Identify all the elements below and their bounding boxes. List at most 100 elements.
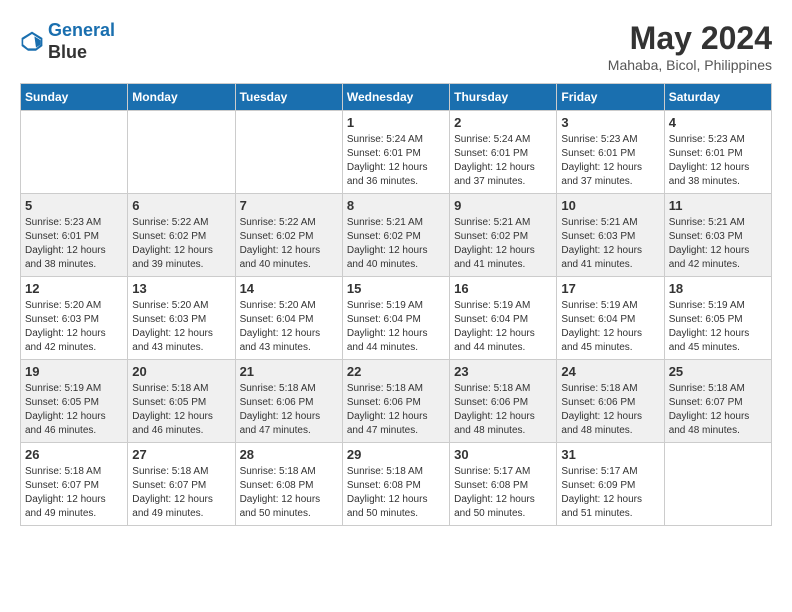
cell-info: Sunrise: 5:20 AM Sunset: 6:03 PM Dayligh… — [132, 299, 230, 355]
day-number: 14 — [240, 281, 338, 296]
day-number: 22 — [347, 364, 445, 379]
day-number: 27 — [132, 447, 230, 462]
calendar-cell: 23Sunrise: 5:18 AM Sunset: 6:06 PM Dayli… — [450, 360, 557, 443]
cell-info: Sunrise: 5:18 AM Sunset: 6:06 PM Dayligh… — [347, 382, 445, 438]
calendar-cell: 19 Sunrise: 5:19 AM Sunset: 6:05 PM Dayli… — [21, 360, 128, 443]
day-number: 9 — [454, 198, 552, 213]
day-number: 1 — [347, 115, 445, 130]
cell-info: Sunrise: 5:21 AM Sunset: 6:02 PM Dayligh… — [454, 216, 552, 272]
calendar-cell: 28 Sunrise: 5:18 AM Sunset: 6:08 PM Dayli… — [235, 443, 342, 526]
cell-info: Sunrise: 5:18 AM Sunset: 6:07 PM Dayligh… — [132, 465, 230, 521]
day-number: 10 — [561, 198, 659, 213]
cell-info: Sunrise: 5:21 AM Sunset: 6:03 PM Dayligh… — [669, 216, 767, 272]
logo: General Blue — [20, 20, 115, 63]
cell-info: Sunrise: 5:23 AM Sunset: 6:01 PM Dayligh… — [669, 133, 767, 189]
cell-info: Sunrise: 5:22 AM Sunset: 6:02 PM Dayligh… — [132, 216, 230, 272]
cell-info: Sunrise: 5:23 AM Sunset: 6:01 PM Dayligh… — [25, 216, 123, 272]
cell-info: Sunrise: 5:18 AM Sunset: 6:05 PM Dayligh… — [132, 382, 230, 438]
day-number: 2 — [454, 115, 552, 130]
calendar-cell: 27 Sunrise: 5:18 AM Sunset: 6:07 PM Dayli… — [128, 443, 235, 526]
day-number: 7 — [240, 198, 338, 213]
day-number: 8 — [347, 198, 445, 213]
cell-info: Sunrise: 5:19 AM Sunset: 6:05 PM Dayligh… — [669, 299, 767, 355]
cell-info: Sunrise: 5:18 AM Sunset: 6:07 PM Dayligh… — [669, 382, 767, 438]
calendar-cell: 15Sunrise: 5:19 AM Sunset: 6:04 PM Dayli… — [342, 277, 449, 360]
cell-info: Sunrise: 5:17 AM Sunset: 6:09 PM Dayligh… — [561, 465, 659, 521]
weekday-header: Wednesday — [342, 84, 449, 111]
calendar-cell: 5 Sunrise: 5:23 AM Sunset: 6:01 PM Daylig… — [21, 194, 128, 277]
cell-info: Sunrise: 5:18 AM Sunset: 6:08 PM Dayligh… — [240, 465, 338, 521]
day-number: 19 — [25, 364, 123, 379]
day-number: 31 — [561, 447, 659, 462]
calendar-cell: 10 Sunrise: 5:21 AM Sunset: 6:03 PM Dayli… — [557, 194, 664, 277]
cell-info: Sunrise: 5:18 AM Sunset: 6:06 PM Dayligh… — [240, 382, 338, 438]
calendar-cell: 25Sunrise: 5:18 AM Sunset: 6:07 PM Dayli… — [664, 360, 771, 443]
calendar-cell: 30 Sunrise: 5:17 AM Sunset: 6:08 PM Dayli… — [450, 443, 557, 526]
calendar-cell: 8 Sunrise: 5:21 AM Sunset: 6:02 PM Daylig… — [342, 194, 449, 277]
cell-info: Sunrise: 5:20 AM Sunset: 6:03 PM Dayligh… — [25, 299, 123, 355]
day-number: 3 — [561, 115, 659, 130]
logo-icon — [20, 30, 44, 54]
day-number: 5 — [25, 198, 123, 213]
calendar-cell — [235, 111, 342, 194]
calendar-cell: 11 Sunrise: 5:21 AM Sunset: 6:03 PM Dayli… — [664, 194, 771, 277]
calendar-table: SundayMondayTuesdayWednesdayThursdayFrid… — [20, 83, 772, 526]
month-year: May 2024 — [608, 20, 772, 57]
location: Mahaba, Bicol, Philippines — [608, 57, 772, 73]
day-number: 16 — [454, 281, 552, 296]
calendar-cell: 3 Sunrise: 5:23 AM Sunset: 6:01 PM Daylig… — [557, 111, 664, 194]
title-section: May 2024 Mahaba, Bicol, Philippines — [608, 20, 772, 73]
day-number: 12 — [25, 281, 123, 296]
calendar-cell: 26 Sunrise: 5:18 AM Sunset: 6:07 PM Dayli… — [21, 443, 128, 526]
calendar-cell — [128, 111, 235, 194]
logo-text: General Blue — [48, 20, 115, 63]
calendar-cell: 31 Sunrise: 5:17 AM Sunset: 6:09 PM Dayli… — [557, 443, 664, 526]
calendar-cell: 13 Sunrise: 5:20 AM Sunset: 6:03 PM Dayli… — [128, 277, 235, 360]
calendar-cell: 12 Sunrise: 5:20 AM Sunset: 6:03 PM Dayli… — [21, 277, 128, 360]
calendar-cell — [664, 443, 771, 526]
day-number: 30 — [454, 447, 552, 462]
day-number: 28 — [240, 447, 338, 462]
calendar-cell: 29Sunrise: 5:18 AM Sunset: 6:08 PM Dayli… — [342, 443, 449, 526]
weekday-header: Monday — [128, 84, 235, 111]
cell-info: Sunrise: 5:24 AM Sunset: 6:01 PM Dayligh… — [454, 133, 552, 189]
cell-info: Sunrise: 5:18 AM Sunset: 6:07 PM Dayligh… — [25, 465, 123, 521]
cell-info: Sunrise: 5:20 AM Sunset: 6:04 PM Dayligh… — [240, 299, 338, 355]
day-number: 15 — [347, 281, 445, 296]
calendar-cell: 22 Sunrise: 5:18 AM Sunset: 6:06 PM Dayli… — [342, 360, 449, 443]
day-number: 26 — [25, 447, 123, 462]
calendar-week-row: 5 Sunrise: 5:23 AM Sunset: 6:01 PM Daylig… — [21, 194, 772, 277]
cell-info: Sunrise: 5:19 AM Sunset: 6:04 PM Dayligh… — [454, 299, 552, 355]
calendar-cell: 17Sunrise: 5:19 AM Sunset: 6:04 PM Dayli… — [557, 277, 664, 360]
day-number: 11 — [669, 198, 767, 213]
day-number: 13 — [132, 281, 230, 296]
cell-info: Sunrise: 5:17 AM Sunset: 6:08 PM Dayligh… — [454, 465, 552, 521]
cell-info: Sunrise: 5:24 AM Sunset: 6:01 PM Dayligh… — [347, 133, 445, 189]
weekday-header: Thursday — [450, 84, 557, 111]
day-number: 18 — [669, 281, 767, 296]
cell-info: Sunrise: 5:19 AM Sunset: 6:04 PM Dayligh… — [561, 299, 659, 355]
calendar-cell: 7 Sunrise: 5:22 AM Sunset: 6:02 PM Daylig… — [235, 194, 342, 277]
calendar-cell: 24Sunrise: 5:18 AM Sunset: 6:06 PM Dayli… — [557, 360, 664, 443]
calendar-week-row: 1 Sunrise: 5:24 AM Sunset: 6:01 PM Daylig… — [21, 111, 772, 194]
weekday-header: Saturday — [664, 84, 771, 111]
calendar-cell: 18 Sunrise: 5:19 AM Sunset: 6:05 PM Dayli… — [664, 277, 771, 360]
cell-info: Sunrise: 5:19 AM Sunset: 6:05 PM Dayligh… — [25, 382, 123, 438]
cell-info: Sunrise: 5:22 AM Sunset: 6:02 PM Dayligh… — [240, 216, 338, 272]
calendar-cell: 14 Sunrise: 5:20 AM Sunset: 6:04 PM Dayli… — [235, 277, 342, 360]
cell-info: Sunrise: 5:18 AM Sunset: 6:08 PM Dayligh… — [347, 465, 445, 521]
calendar-cell: 1 Sunrise: 5:24 AM Sunset: 6:01 PM Daylig… — [342, 111, 449, 194]
calendar-cell — [21, 111, 128, 194]
weekday-header: Friday — [557, 84, 664, 111]
day-number: 23 — [454, 364, 552, 379]
calendar-cell: 2 Sunrise: 5:24 AM Sunset: 6:01 PM Daylig… — [450, 111, 557, 194]
day-number: 24 — [561, 364, 659, 379]
weekday-header: Sunday — [21, 84, 128, 111]
cell-info: Sunrise: 5:21 AM Sunset: 6:02 PM Dayligh… — [347, 216, 445, 272]
day-number: 6 — [132, 198, 230, 213]
cell-info: Sunrise: 5:21 AM Sunset: 6:03 PM Dayligh… — [561, 216, 659, 272]
page-header: General Blue May 2024 Mahaba, Bicol, Phi… — [20, 20, 772, 73]
cell-info: Sunrise: 5:23 AM Sunset: 6:01 PM Dayligh… — [561, 133, 659, 189]
calendar-cell: 9 Sunrise: 5:21 AM Sunset: 6:02 PM Daylig… — [450, 194, 557, 277]
calendar-cell: 21Sunrise: 5:18 AM Sunset: 6:06 PM Dayli… — [235, 360, 342, 443]
